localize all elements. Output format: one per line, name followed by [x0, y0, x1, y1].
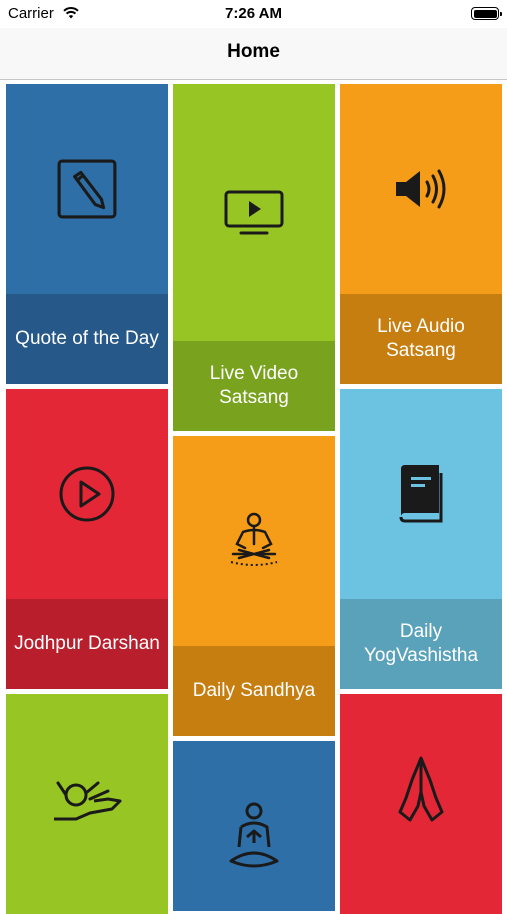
tile-label: Jodhpur Darshan — [6, 599, 168, 689]
mudra-hand-icon — [6, 754, 168, 844]
tile-label: Daily YogVashistha — [340, 599, 502, 689]
tile-praying-hands[interactable] — [340, 694, 502, 914]
tile-label: Live Video Satsang — [173, 341, 335, 431]
status-time: 7:26 AM — [225, 5, 282, 22]
battery-icon — [471, 7, 502, 20]
tv-play-icon — [173, 84, 335, 341]
tile-jodhpur-darshan[interactable]: Jodhpur Darshan — [6, 389, 168, 689]
tile-daily-yogvashistha[interactable]: Daily YogVashistha — [340, 389, 502, 689]
tile-live-video-satsang[interactable]: Live Video Satsang — [173, 84, 335, 431]
tile-mudra[interactable] — [6, 694, 168, 914]
tile-label: Live Audio Satsang — [340, 294, 502, 384]
page-title: Home — [227, 41, 280, 62]
meditation-figure-icon — [173, 436, 335, 646]
tile-label: Quote of the Day — [6, 294, 168, 384]
speaker-icon — [340, 84, 502, 294]
play-circle-icon — [6, 389, 168, 599]
book-icon — [340, 389, 502, 599]
tile-live-audio-satsang[interactable]: Live Audio Satsang — [340, 84, 502, 384]
tile-label: Daily Sandhya — [173, 646, 335, 736]
navigation-bar: Home — [0, 28, 507, 80]
tile-daily-sandhya[interactable]: Daily Sandhya — [173, 436, 335, 736]
tile-quote-of-the-day[interactable]: Quote of the Day — [6, 84, 168, 384]
pencil-square-icon — [6, 84, 168, 294]
status-bar: Carrier 7:26 AM — [0, 0, 507, 28]
praying-hands-icon — [340, 734, 502, 844]
tile-yoga-pose[interactable] — [173, 741, 335, 911]
yoga-pose-icon — [173, 781, 335, 891]
